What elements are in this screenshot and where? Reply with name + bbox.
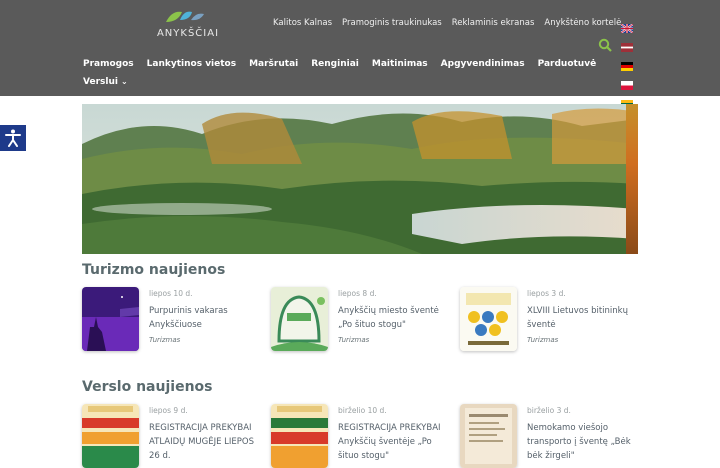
site-logo[interactable]: ANYKŠČIAI — [156, 8, 220, 42]
menu-item-maitinimas[interactable]: Maitinimas — [372, 59, 428, 69]
news-card[interactable]: liepos 10 d. Purpurinis vakaras Anykščiu… — [82, 287, 271, 351]
menu-item-apgyvendinimas[interactable]: Apgyvendinimas — [441, 59, 525, 69]
brand-name: ANYKŠČIAI — [156, 28, 220, 39]
top-link-anykstieno-kortele[interactable]: Anykštėno kortelė — [544, 18, 621, 28]
hero-image — [82, 104, 638, 254]
section-heading-verslas: Verslo naujienos — [82, 379, 213, 395]
accessibility-icon — [5, 129, 21, 147]
news-category[interactable]: Turizmas — [149, 336, 261, 344]
news-title[interactable]: REGISTRACIJA PREKYBAI ATLAIDŲ MUGĖJE LIE… — [149, 421, 261, 463]
menu-item-renginiai[interactable]: Renginiai — [311, 59, 359, 69]
news-thumbnail — [271, 404, 328, 468]
site-header: ANYKŠČIAI Kalitos Kalnas Pramoginis trau… — [0, 0, 720, 109]
town-festival-poster — [271, 287, 328, 351]
logo-leaves-icon — [166, 11, 204, 22]
menu-item-pramogos[interactable]: Pramogos — [83, 59, 134, 69]
news-title[interactable]: Nemokamo viešojo transporto į šventę „Bė… — [527, 421, 639, 463]
fair-registration-poster — [82, 404, 139, 468]
main-menu: Pramogos Lankytinos vietos Maršrutai Ren… — [83, 59, 609, 69]
search-icon[interactable] — [598, 38, 612, 52]
flag-pl-icon[interactable] — [621, 81, 633, 90]
news-thumbnail — [460, 404, 517, 468]
news-date: birželio 10 d. — [338, 406, 387, 415]
top-link-traukinukas[interactable]: Pramoginis traukinukas — [342, 18, 442, 28]
landscape-photo — [82, 104, 638, 254]
news-date: liepos 9 d. — [149, 406, 188, 415]
menu-item-lankytinos-vietos[interactable]: Lankytinos vietos — [147, 59, 236, 69]
menu-item-parduotuve[interactable]: Parduotuvė — [538, 59, 597, 69]
menu-item-verslui-label: Verslui — [83, 77, 118, 87]
news-date: liepos 3 d. — [527, 289, 566, 298]
news-title[interactable]: REGISTRACIJA PREKYBAI Anykščių šventėje … — [338, 421, 450, 463]
chevron-down-icon: ⌄ — [120, 77, 128, 86]
news-thumbnail — [460, 287, 517, 351]
news-card[interactable]: birželio 10 d. REGISTRACIJA PREKYBAI Any… — [271, 404, 460, 468]
menu-item-marsrutai[interactable]: Maršrutai — [249, 59, 298, 69]
news-date: liepos 8 d. — [338, 289, 377, 298]
news-title[interactable]: Anykščių miesto šventė „Po šituo stogu" — [338, 304, 450, 332]
language-switcher — [620, 22, 634, 117]
festival-registration-poster — [271, 404, 328, 468]
tourism-news-list: liepos 10 d. Purpurinis vakaras Anykščiu… — [82, 287, 649, 351]
flag-en-icon[interactable] — [620, 23, 634, 34]
news-category[interactable]: Turizmas — [527, 336, 639, 344]
menu-item-verslui[interactable]: Verslui ⌄ — [83, 77, 128, 87]
news-date: birželio 3 d. — [527, 406, 571, 415]
hero-next-slide[interactable] — [626, 104, 638, 254]
news-category[interactable]: Turizmas — [338, 336, 450, 344]
beekeepers-poster — [460, 287, 517, 351]
news-date: liepos 10 d. — [149, 289, 193, 298]
transport-schedule-image — [460, 404, 517, 468]
flag-de-icon[interactable] — [621, 62, 633, 71]
news-thumbnail — [271, 287, 328, 351]
flag-lv-icon[interactable] — [621, 43, 633, 52]
news-card[interactable]: liepos 8 d. Anykščių miesto šventė „Po š… — [271, 287, 460, 351]
purple-evening-image — [82, 287, 139, 351]
news-thumbnail — [82, 287, 139, 351]
accessibility-button[interactable] — [0, 125, 26, 151]
news-card[interactable]: liepos 3 d. XLVIII Lietuvos bitininkų šv… — [460, 287, 649, 351]
news-title[interactable]: XLVIII Lietuvos bitininkų šventė — [527, 304, 639, 332]
top-link-reklaminis-ekranas[interactable]: Reklaminis ekranas — [452, 18, 535, 28]
news-card[interactable]: birželio 3 d. Nemokamo viešojo transport… — [460, 404, 649, 468]
news-card[interactable]: liepos 9 d. REGISTRACIJA PREKYBAI ATLAID… — [82, 404, 271, 468]
section-heading-turizmas: Turizmo naujienos — [82, 262, 226, 278]
news-thumbnail — [82, 404, 139, 468]
business-news-list: liepos 9 d. REGISTRACIJA PREKYBAI ATLAID… — [82, 404, 649, 468]
news-title[interactable]: Purpurinis vakaras Anykščiuose — [149, 304, 261, 332]
top-link-kalitos-kalnas[interactable]: Kalitos Kalnas — [273, 18, 332, 28]
top-links: Kalitos Kalnas Pramoginis traukinukas Re… — [273, 18, 621, 28]
